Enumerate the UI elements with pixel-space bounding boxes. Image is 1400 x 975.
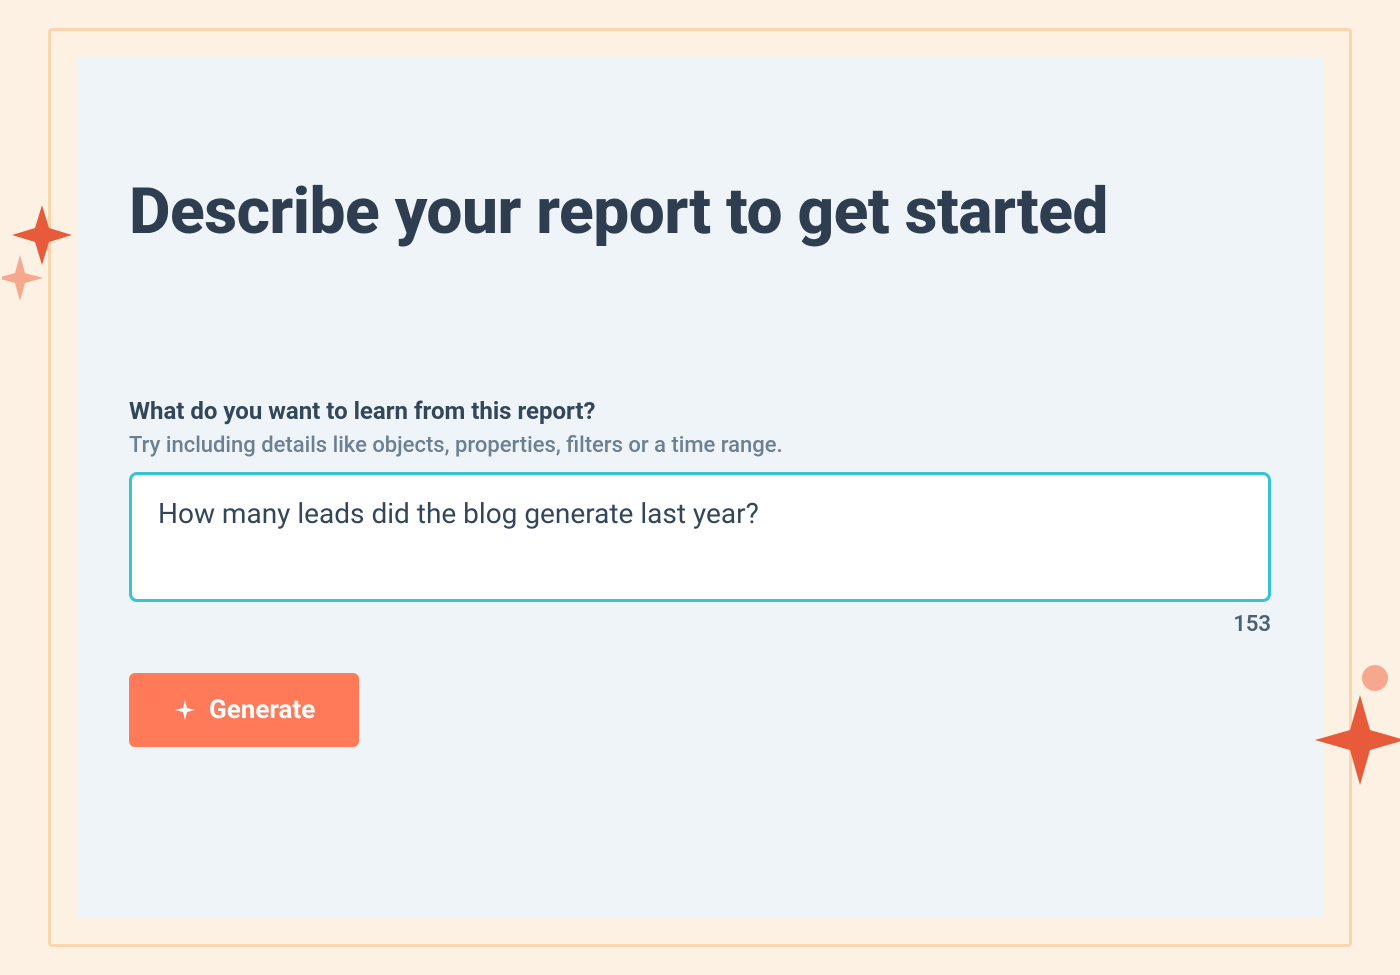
generate-button-label: Generate [209, 695, 315, 725]
generate-button[interactable]: Generate [129, 673, 359, 747]
char-counter: 153 [1233, 612, 1271, 637]
sparkle-icon [173, 698, 197, 722]
char-counter-row: 153 [129, 612, 1271, 637]
prompt-hint: Try including details like objects, prop… [129, 433, 1271, 458]
prompt-label: What do you want to learn from this repo… [129, 397, 1271, 425]
page-title: Describe your report to get started [129, 177, 1271, 247]
outer-frame: Describe your report to get started What… [48, 28, 1352, 947]
report-panel: Describe your report to get started What… [77, 57, 1323, 918]
report-description-input[interactable] [129, 472, 1271, 602]
